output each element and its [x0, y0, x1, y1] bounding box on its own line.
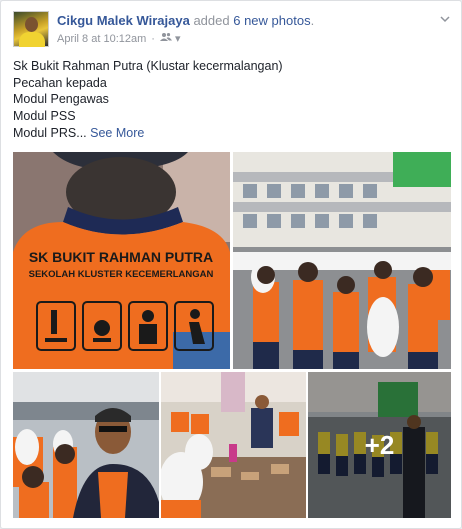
- friends-icon[interactable]: [159, 32, 172, 45]
- author-avatar[interactable]: [13, 11, 49, 47]
- post-text-line: Modul PSS: [13, 109, 76, 124]
- shirt-text-1: SK BUKIT RAHMAN PUTRA: [29, 249, 213, 265]
- post-action-text: added: [193, 13, 230, 28]
- more-photos-overlay[interactable]: +2: [308, 372, 451, 518]
- post-text-line: Modul Pengawas: [13, 92, 109, 107]
- post-text-line: Sk Bukit Rahman Putra (Klustar kecermala…: [13, 59, 283, 73]
- post-text-last-line: Modul PRS... See More: [13, 125, 453, 142]
- post-card: Cikgu Malek Wirajaya added 6 new photos.…: [0, 0, 462, 529]
- photo-shirt-back[interactable]: SK BUKIT RAHMAN PUTRA SEKOLAH KLUSTER KE…: [13, 152, 230, 369]
- post-text-line: Pecahan kepada: [13, 75, 107, 90]
- photo-count-link[interactable]: 6 new photos: [233, 13, 310, 28]
- see-more-link[interactable]: See More: [90, 126, 144, 140]
- photo-assembly[interactable]: [233, 152, 451, 369]
- photo-grid: SK BUKIT RAHMAN PUTRA SEKOLAH KLUSTER KE…: [13, 152, 451, 518]
- avatar-shirt: [19, 32, 45, 47]
- post-text: Sk Bukit Rahman Putra (Klustar kecermala…: [13, 58, 453, 142]
- photo-teacher[interactable]: [13, 372, 159, 518]
- photo-activity[interactable]: [161, 372, 306, 518]
- post-header: Cikgu Malek Wirajaya added 6 new photos.…: [13, 11, 453, 51]
- title-period: .: [310, 13, 315, 28]
- meta-separator: ·: [151, 32, 155, 45]
- audience-chevron-icon[interactable]: ▾: [175, 32, 181, 45]
- post-meta: April 8 at 10:12am · ▾: [57, 32, 181, 46]
- post-title-line: Cikgu Malek Wirajaya added 6 new photos.: [57, 13, 314, 28]
- post-text-truncated: Modul PRS...: [13, 125, 87, 140]
- avatar-face: [25, 17, 38, 32]
- shirt-text-2: SEKOLAH KLUSTER KECEMERLANGAN: [29, 269, 214, 280]
- photo-more[interactable]: +2: [308, 372, 451, 518]
- author-name[interactable]: Cikgu Malek Wirajaya: [57, 13, 190, 28]
- post-timestamp[interactable]: April 8 at 10:12am: [57, 33, 146, 45]
- more-photos-count: +2: [364, 429, 395, 460]
- post-menu-chevron-icon[interactable]: [439, 13, 451, 25]
